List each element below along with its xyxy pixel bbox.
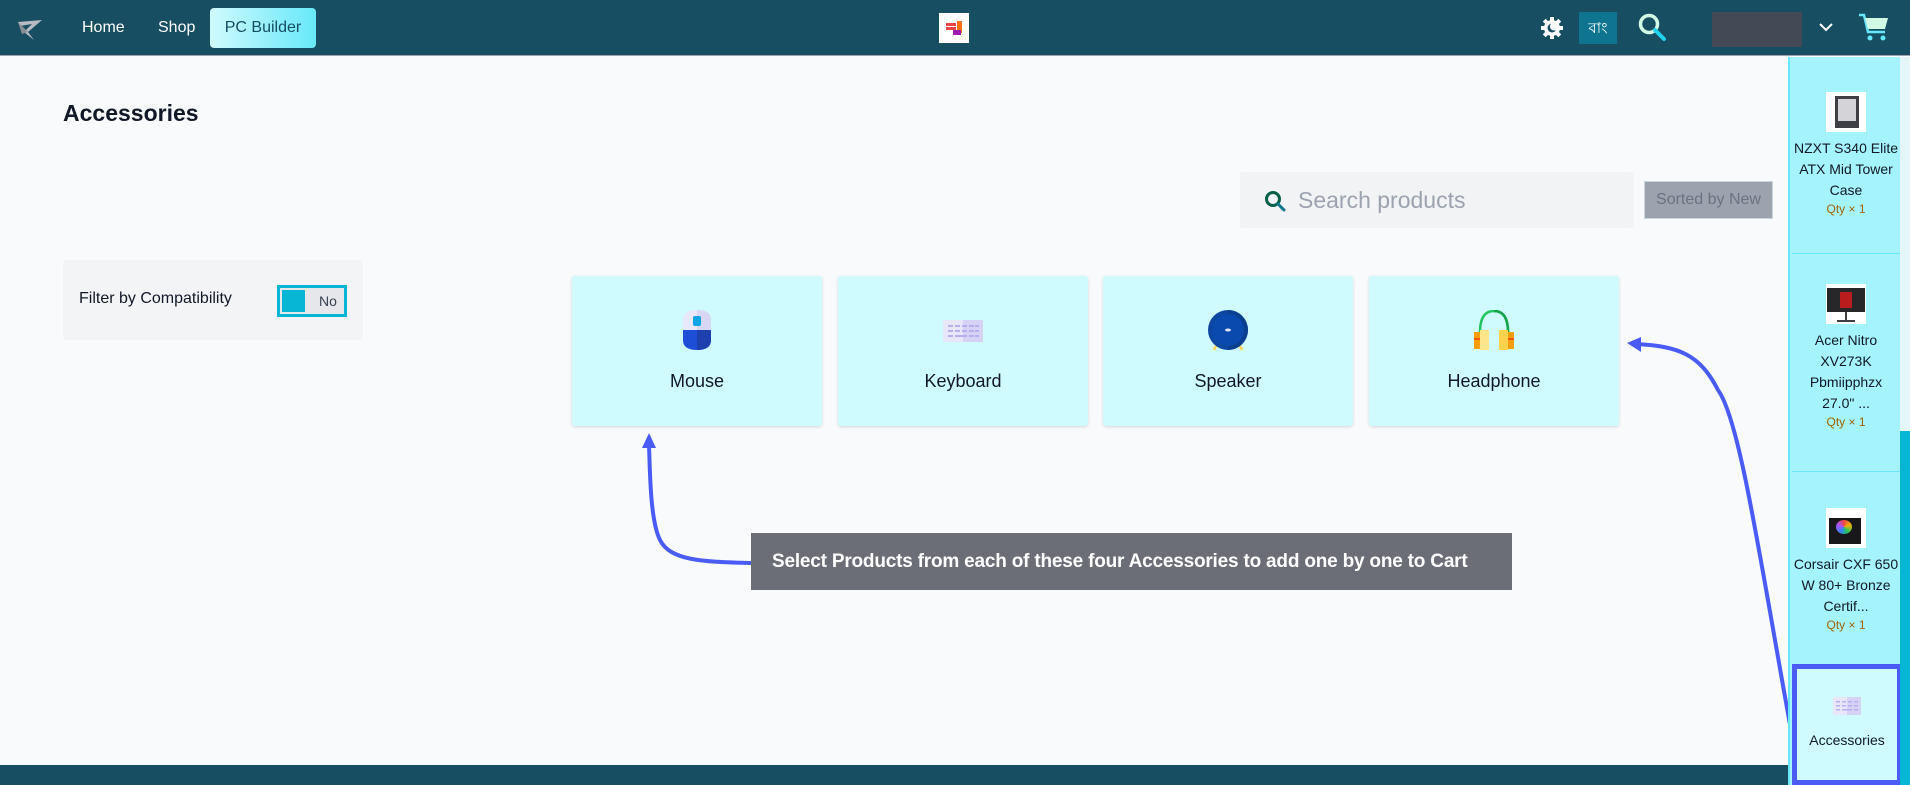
category-label: Headphone: [1447, 371, 1541, 391]
search-input[interactable]: [1298, 180, 1618, 220]
toggle-knob: [282, 290, 305, 312]
cart-item-name: Corsair CXF 650 W 80+ Bronze Certif...: [1793, 556, 1899, 614]
sidebar-category-label: Accessories: [1809, 732, 1885, 748]
build-cart-sidebar: NZXT S340 Elite ATX Mid Tower Case Qty ×…: [1788, 57, 1910, 785]
user-account-button[interactable]: [1712, 12, 1802, 47]
cart-item[interactable]: Corsair CXF 650 W 80+ Bronze Certif... Q…: [1792, 472, 1900, 680]
category-label: Speaker: [1194, 371, 1262, 391]
top-navbar: Home Shop PC Builder বাং: [0, 0, 1910, 56]
cart-icon[interactable]: [1858, 12, 1890, 42]
store-logo-icon[interactable]: [939, 13, 969, 43]
filter-label: Filter by Compatibility: [79, 290, 232, 307]
footer-bar: [0, 765, 1790, 785]
brand-logo-icon[interactable]: [14, 14, 46, 42]
category-card-keyboard[interactable]: Keyboard: [838, 276, 1088, 426]
monitor-thumbnail: [1826, 284, 1866, 324]
product-search[interactable]: [1240, 172, 1634, 228]
mouse-icon: [683, 310, 711, 350]
sidebar-category-accessories[interactable]: Accessories: [1792, 664, 1902, 785]
speaker-icon: [1208, 310, 1248, 350]
compatibility-filter: Filter by Compatibility No: [63, 260, 363, 340]
sidebar-scrollbar[interactable]: [1900, 57, 1910, 785]
category-label: Mouse: [669, 371, 725, 391]
search-icon: [1265, 191, 1286, 212]
nav-shop-link[interactable]: Shop: [144, 8, 209, 48]
arrow-head-headphone: [1627, 337, 1641, 352]
cart-item-qty: Qty × 1: [1826, 415, 1866, 429]
keyboard-icon: [1833, 697, 1861, 715]
sort-button[interactable]: Sorted by New: [1644, 181, 1773, 219]
case-thumbnail: [1826, 92, 1866, 132]
cart-item[interactable]: NZXT S340 Elite ATX Mid Tower Case Qty ×…: [1792, 57, 1900, 254]
category-card-mouse[interactable]: Mouse: [572, 276, 822, 426]
cart-item[interactable]: Acer Nitro XV273K Pbmiipphzx 27.0" ... Q…: [1792, 254, 1900, 472]
psu-thumbnail: [1826, 508, 1866, 548]
page-title: Accessories: [63, 100, 199, 126]
category-label: Keyboard: [924, 371, 1002, 391]
scrollbar-thumb[interactable]: [1900, 431, 1910, 785]
cart-item-name: NZXT S340 Elite ATX Mid Tower Case: [1793, 140, 1898, 198]
arrow-to-mouse: [647, 444, 752, 565]
language-toggle-button[interactable]: বাং: [1579, 12, 1617, 44]
compatibility-toggle[interactable]: No: [277, 285, 347, 317]
keyboard-icon: [943, 320, 983, 342]
cart-item-qty: Qty × 1: [1826, 618, 1866, 632]
category-card-headphone[interactable]: Headphone: [1369, 276, 1619, 426]
nav-pc-builder-link[interactable]: PC Builder: [210, 8, 316, 48]
arrow-to-headphone: [1634, 342, 1793, 731]
instruction-callout: Select Products from each of these four …: [751, 533, 1512, 590]
search-icon[interactable]: [1637, 12, 1667, 42]
arrow-head-mouse: [642, 433, 656, 448]
nav-home-link[interactable]: Home: [68, 8, 139, 48]
cart-item-qty: Qty × 1: [1826, 202, 1866, 216]
chevron-down-icon[interactable]: [1818, 20, 1834, 34]
headphone-icon: [1474, 310, 1514, 350]
toggle-value: No: [319, 293, 337, 309]
category-card-speaker[interactable]: Speaker: [1103, 276, 1353, 426]
theme-toggle-gear-icon[interactable]: [1540, 16, 1564, 40]
cart-item-name: Acer Nitro XV273K Pbmiipphzx 27.0" ...: [1809, 332, 1883, 411]
